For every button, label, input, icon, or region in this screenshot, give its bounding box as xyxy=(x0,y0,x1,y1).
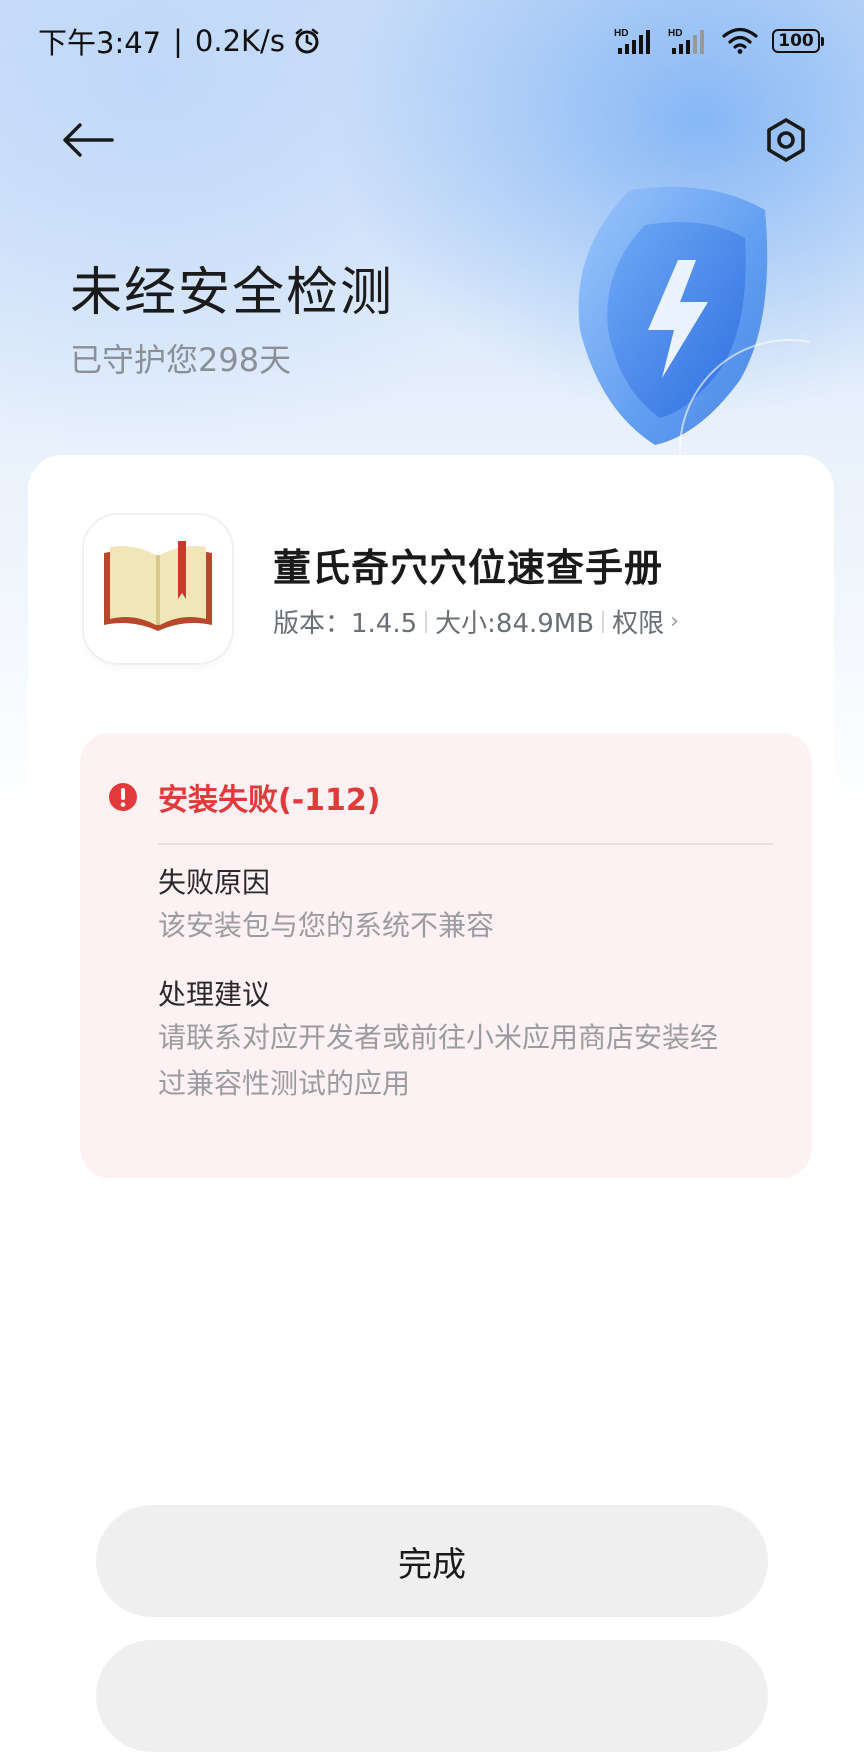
secondary-button[interactable] xyxy=(96,1640,768,1752)
app-name: 董氏奇穴穴位速查手册 xyxy=(273,546,664,590)
battery-icon: 100 xyxy=(772,29,824,53)
error-header: 安装失败(-112) xyxy=(108,775,381,819)
battery-tip xyxy=(821,36,824,46)
install-error-panel: 安装失败(-112) 失败原因 该安装包与您的系统不兼容 处理建议 请联系对应开… xyxy=(80,733,812,1178)
status-right: HD HD 100 xyxy=(614,26,824,56)
suggestion-text: 请联系对应开发者或前往小米应用商店安装经过兼容性测试的应用 xyxy=(158,1021,719,1100)
svg-text:HD: HD xyxy=(614,28,628,39)
settings-button[interactable] xyxy=(756,112,816,168)
app-info-card: 董氏奇穴穴位速查手册 版本：1.4.5 大小:84.9MB 权限 › 安装失败(… xyxy=(28,455,834,1655)
reason-text: 该安装包与您的系统不兼容 xyxy=(158,909,495,942)
done-button[interactable]: 完成 xyxy=(96,1505,768,1617)
chevron-right-icon: › xyxy=(670,609,679,634)
hero: 未经安全检测 已守护您298天 xyxy=(70,258,394,382)
gear-icon xyxy=(767,118,805,162)
back-arrow-icon xyxy=(63,123,114,157)
back-button[interactable] xyxy=(56,112,120,168)
alarm-icon xyxy=(293,27,321,55)
top-nav xyxy=(0,100,864,180)
app-icon xyxy=(84,515,232,663)
status-bar: 下午3:47 | 0.2K/s HD HD 100 xyxy=(0,0,864,82)
battery-level: 100 xyxy=(772,29,820,53)
meta-separator xyxy=(602,610,605,633)
status-time: 下午3:47 xyxy=(38,26,162,60)
meta-separator xyxy=(425,610,428,633)
app-version: 版本：1.4.5 xyxy=(273,609,418,639)
reason-label: 失败原因 xyxy=(158,866,271,899)
done-button-label: 完成 xyxy=(398,1544,466,1585)
suggestion-label: 处理建议 xyxy=(158,978,271,1011)
permissions-label: 权限 xyxy=(612,609,665,639)
shield-icon xyxy=(560,180,864,561)
status-left: 下午3:47 | 0.2K/s xyxy=(38,20,321,62)
signal-1-icon: HD xyxy=(614,26,654,56)
status-separator: | xyxy=(173,24,183,58)
app-meta: 版本：1.4.5 大小:84.9MB 权限 › xyxy=(273,603,679,640)
error-icon xyxy=(109,783,137,811)
protection-days: 已守护您298天 xyxy=(70,341,292,379)
error-title: 安装失败(-112) xyxy=(158,783,381,818)
network-speed: 0.2K/s xyxy=(194,24,285,58)
divider xyxy=(158,843,774,845)
page-title: 未经安全检测 xyxy=(70,263,395,323)
signal-2-icon: HD xyxy=(668,26,708,56)
book-icon xyxy=(104,541,212,631)
app-size: 大小:84.9MB xyxy=(435,609,595,639)
svg-text:HD: HD xyxy=(668,28,682,39)
permissions-link[interactable]: 权限 › xyxy=(612,603,679,640)
wifi-icon xyxy=(722,27,758,55)
